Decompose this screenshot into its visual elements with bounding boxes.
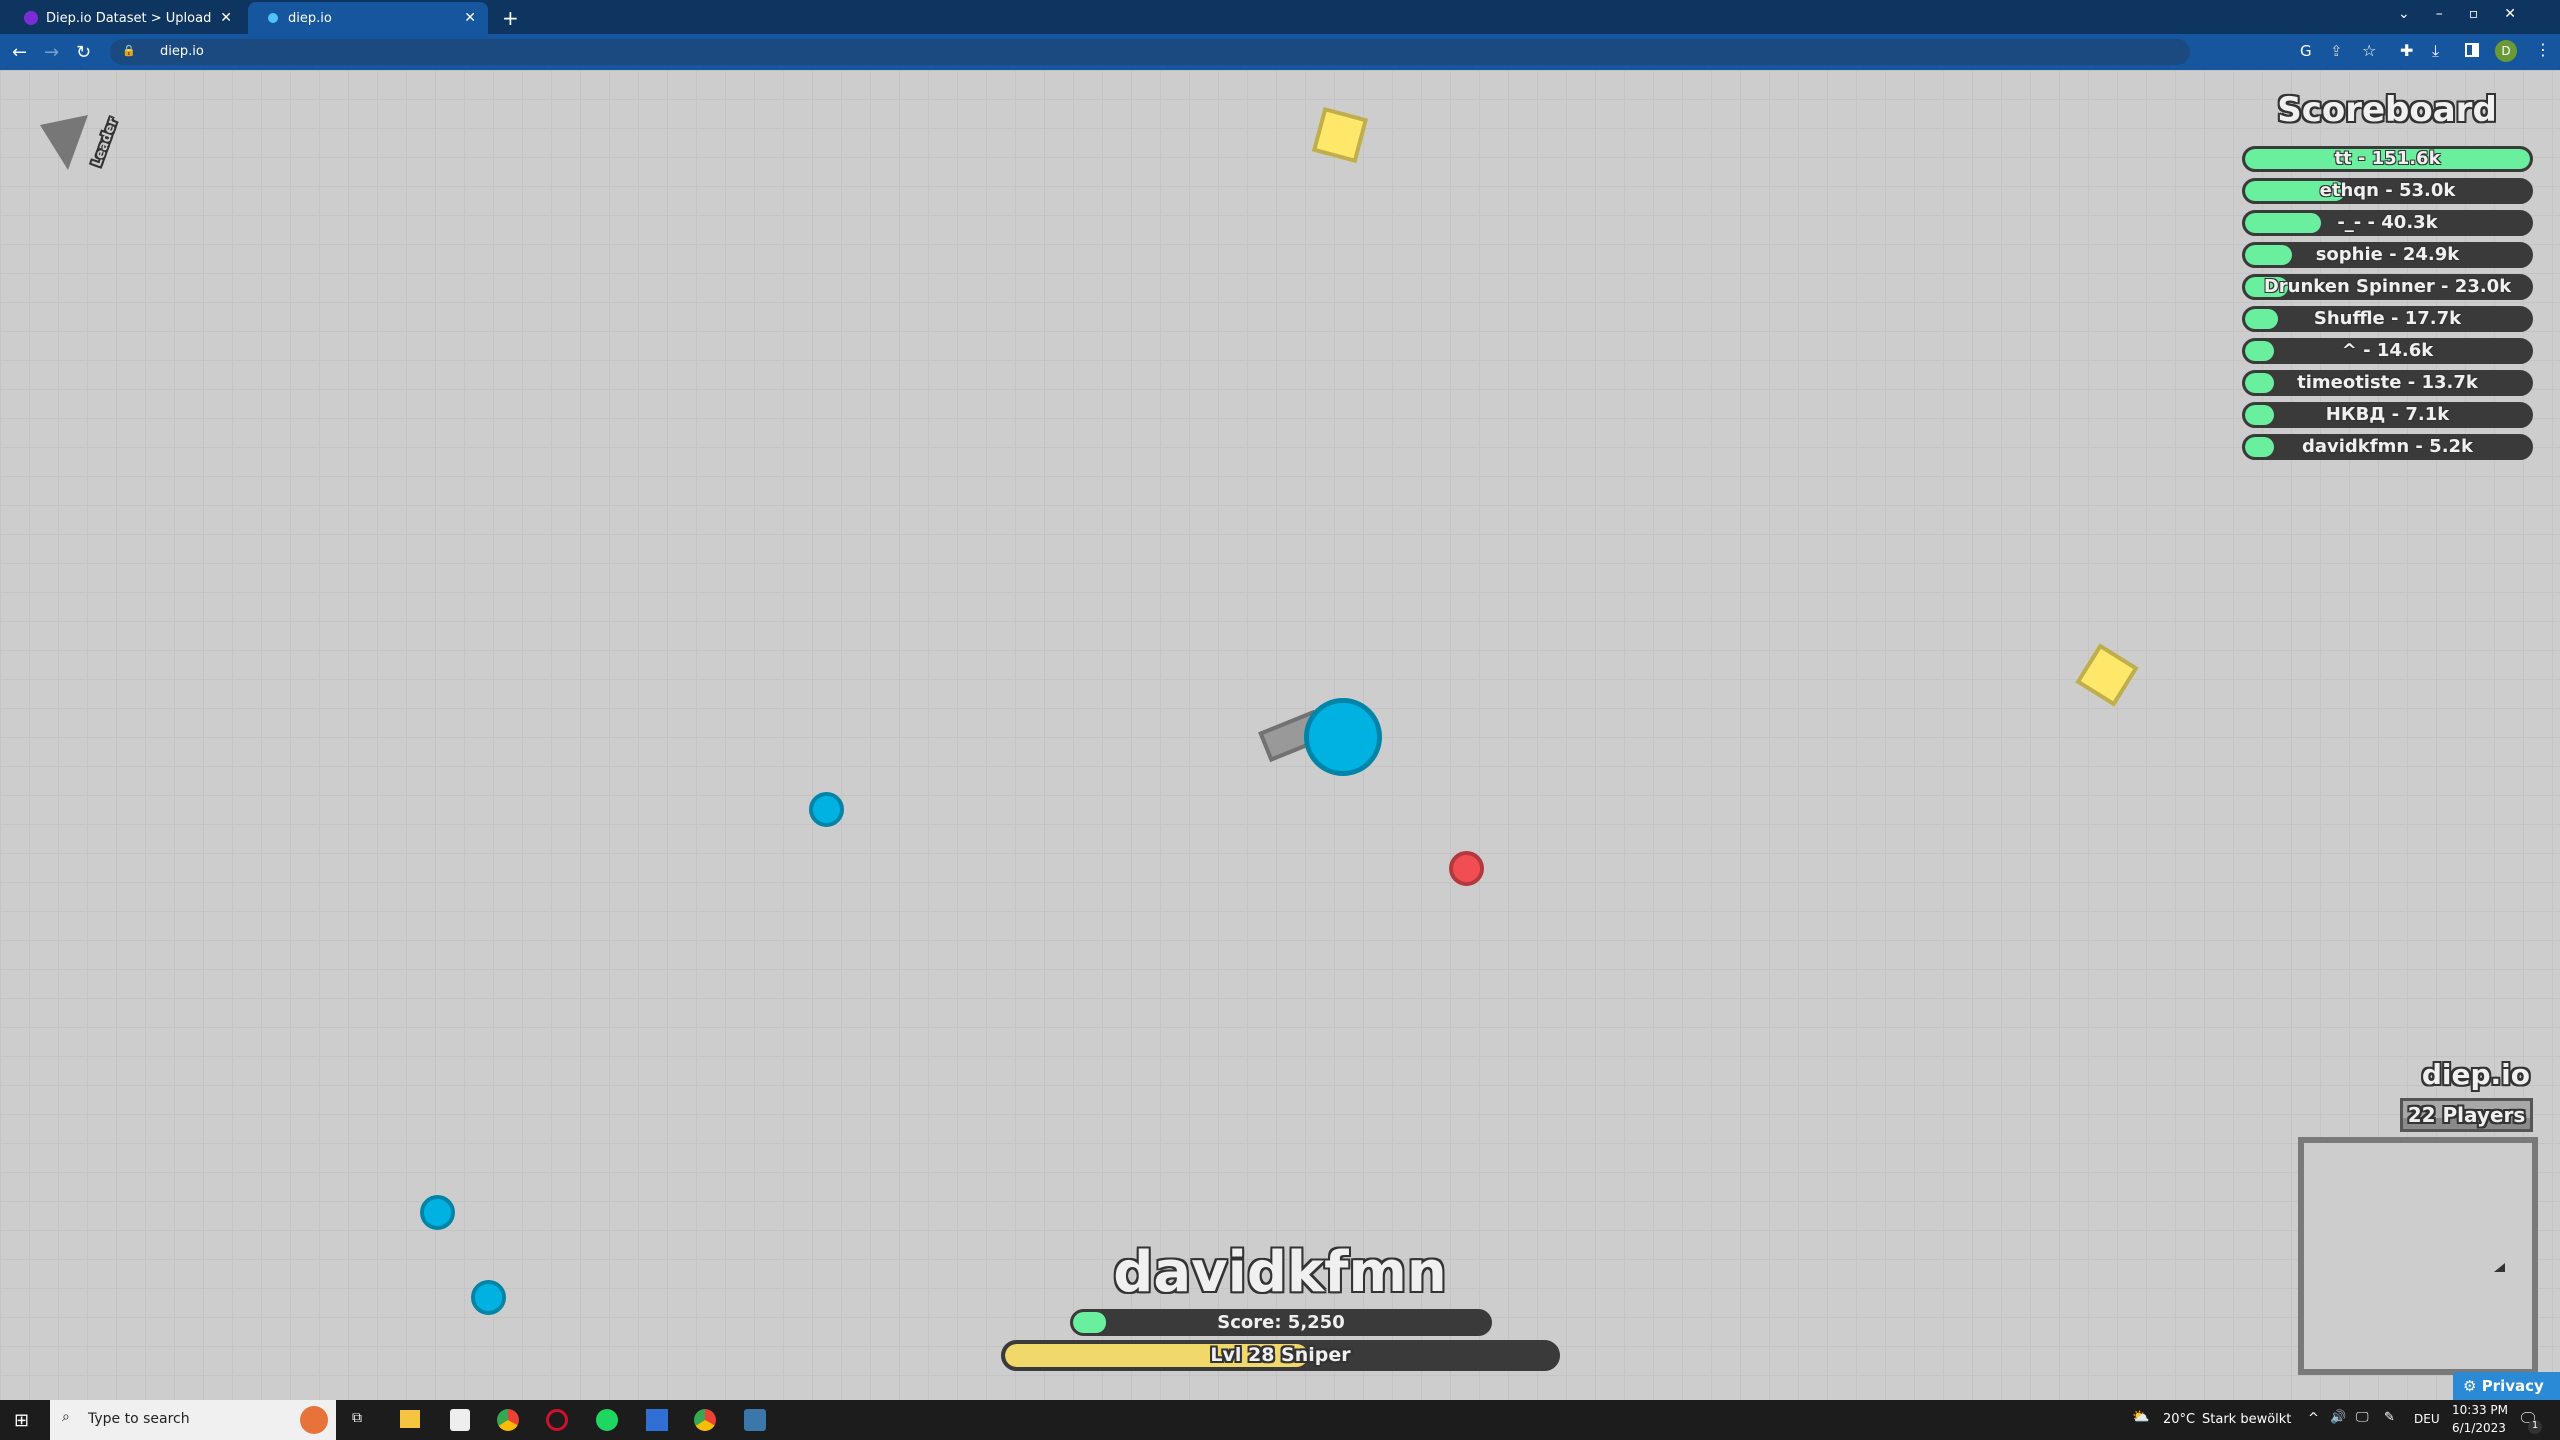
chrome-icon[interactable] [497, 1409, 519, 1431]
forward-icon[interactable]: → [44, 42, 59, 63]
powershell-icon[interactable] [646, 1409, 668, 1431]
privacy-label: Privacy [2481, 1377, 2544, 1395]
red-bullet [1449, 851, 1484, 886]
network-icon[interactable]: 🖵 [2356, 1410, 2369, 1425]
close-tab-icon[interactable]: ✕ [464, 10, 476, 26]
scoreboard-entry: Drunken Spinner - 23.0k [2242, 274, 2533, 300]
scoreboard-entry-label: timeotiste - 13.7k [2297, 372, 2478, 393]
enemy-bullet [809, 792, 844, 827]
scoreboard-entry-label: Shuffle - 17.7k [2313, 308, 2462, 329]
tab-diep-io[interactable]: diep.io ✕ [248, 2, 488, 34]
player-count: 22 Players [2400, 1098, 2533, 1132]
tab-diep-dataset[interactable]: Diep.io Dataset > Upload ✕ [4, 2, 244, 34]
menu-icon[interactable]: ⋮ [2535, 40, 2551, 59]
taskbar: ⊞ ⌕ Type to search ⧉ ⛅ 20°C Stark bewölkt… [0, 1400, 2560, 1440]
site-icon [24, 11, 38, 25]
search-placeholder: Type to search [88, 1411, 190, 1427]
taskbar-search-input[interactable]: ⌕ Type to search [50, 1400, 336, 1440]
minimap [2298, 1137, 2538, 1375]
weather-temp[interactable]: 20°C [2163, 1412, 2195, 1427]
scoreboard-entry-label: Drunken Spinner - 23.0k [2263, 276, 2512, 297]
share-icon[interactable]: ⇪ [2330, 42, 2343, 60]
search-icon: ⌕ [62, 1409, 70, 1425]
privacy-button[interactable]: ⚙ Privacy [2453, 1372, 2560, 1400]
task-view-icon[interactable]: ⧉ [352, 1410, 362, 1426]
weather-icon[interactable]: ⛅ [2132, 1409, 2149, 1425]
basketball-icon [300, 1406, 328, 1434]
new-tab-button[interactable]: + [496, 2, 526, 34]
scoreboard-entry: tt - 151.6k [2242, 146, 2533, 172]
scoreboard-entry: НКВД - 7.1k [2242, 402, 2533, 428]
spotify-icon[interactable] [596, 1409, 618, 1431]
windows-start-icon[interactable]: ⊞ [14, 1410, 29, 1431]
score-bar: Score: 5,250 [1070, 1309, 1492, 1336]
site-icon [268, 13, 278, 23]
gear-icon: ⚙ [2463, 1377, 2477, 1395]
scoreboard-entry: timeotiste - 13.7k [2242, 370, 2533, 396]
scoreboard-entry: ethqn - 53.0k [2242, 178, 2533, 204]
tab-label: diep.io [288, 10, 332, 26]
clock-date[interactable]: 6/1/2023 [2452, 1421, 2506, 1435]
game-canvas[interactable]: Leader Scoreboard tt - 151.6k ethqn - 53.… [0, 70, 2560, 1400]
language-indicator[interactable]: DEU [2414, 1412, 2440, 1426]
server-title: diep.io [2421, 1058, 2530, 1091]
python-icon[interactable] [744, 1409, 766, 1431]
scoreboard-entry: davidkfmn - 5.2k [2242, 434, 2533, 460]
tray-chevron-icon[interactable]: ^ [2308, 1411, 2319, 1426]
scoreboard-entry: -_- - 40.3k [2242, 210, 2533, 236]
yellow-square [2075, 643, 2139, 707]
volume-icon[interactable]: 🔊 [2330, 1410, 2346, 1425]
file-explorer-icon[interactable] [400, 1410, 420, 1428]
address-bar-row: ← → ↻ 🔒 diep.io G ⇪ ☆ ✚ ⤓ D ⋮ [0, 34, 2560, 70]
star-icon[interactable]: ☆ [2362, 41, 2376, 60]
lock-icon: 🔒 [122, 44, 136, 57]
scoreboard-entry-label: ethqn - 53.0k [2319, 180, 2456, 201]
weather-desc[interactable]: Stark bewölkt [2202, 1412, 2291, 1427]
notification-count: 1 [2528, 1420, 2542, 1434]
scoreboard-entry-label: davidkfmn - 5.2k [2301, 436, 2474, 457]
enemy-bullet [471, 1280, 506, 1315]
enemy-bullet [420, 1195, 455, 1230]
sidepanel-icon[interactable] [2465, 43, 2479, 57]
pen-icon[interactable]: ✎ [2384, 1410, 2395, 1425]
scoreboard-entry-label: sophie - 24.9k [2315, 244, 2460, 265]
minimap-player-icon [2494, 1263, 2505, 1272]
store-icon[interactable] [450, 1409, 470, 1431]
level-bar: Lvl 28 Sniper [1001, 1340, 1560, 1371]
profile-avatar[interactable]: D [2495, 40, 2517, 62]
google-icon[interactable]: G [2300, 42, 2312, 60]
tab-label: Diep.io Dataset > Upload [46, 10, 212, 26]
browser-tab-bar: Diep.io Dataset > Upload ✕ diep.io ✕ + ⌄–▫… [0, 0, 2560, 34]
extensions-icon[interactable]: ✚ [2400, 41, 2413, 60]
player-tank [1304, 698, 1382, 776]
clock-time[interactable]: 10:33 PM [2452, 1403, 2508, 1417]
scoreboard-entry: ^ - 14.6k [2242, 338, 2533, 364]
url-input[interactable]: 🔒 diep.io [110, 39, 2190, 65]
url-text: diep.io [160, 44, 204, 59]
score-label: Score: 5,250 [1217, 1312, 1345, 1333]
window-controls[interactable]: ⌄–▫✕ [2398, 6, 2542, 22]
scoreboard-entry-label: ^ - 14.6k [2341, 340, 2434, 361]
scoreboard-entry: Shuffle - 17.7k [2242, 306, 2533, 332]
back-icon[interactable]: ← [12, 42, 27, 63]
scoreboard-entry: sophie - 24.9k [2242, 242, 2533, 268]
player-name: davidkfmn [1113, 1240, 1447, 1305]
yellow-square [1311, 106, 1369, 164]
level-label: Lvl 28 Sniper [1210, 1344, 1351, 1366]
scoreboard-entry-label: НКВД - 7.1k [2325, 404, 2450, 425]
opera-icon[interactable] [546, 1409, 568, 1431]
close-tab-icon[interactable]: ✕ [220, 10, 232, 26]
reload-icon[interactable]: ↻ [76, 42, 91, 63]
scoreboard-entry-label: -_- - 40.3k [2337, 212, 2438, 233]
scoreboard-title: Scoreboard [2277, 90, 2497, 130]
chrome-icon[interactable] [694, 1409, 716, 1431]
scoreboard-entry-label: tt - 151.6k [2334, 148, 2441, 169]
download-icon[interactable]: ⤓ [2432, 41, 2439, 61]
leader-arrow-icon: Leader [40, 115, 121, 179]
